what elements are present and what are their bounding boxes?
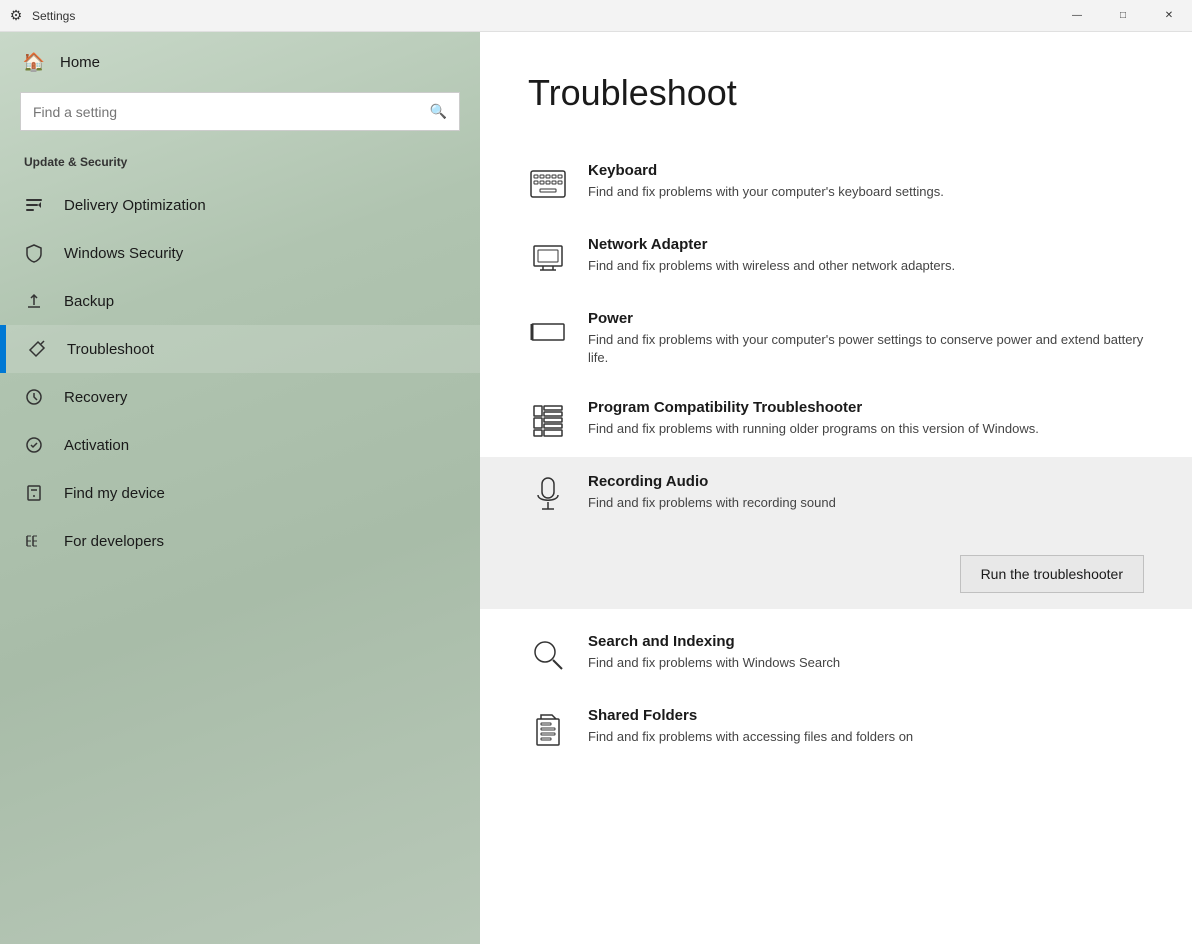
sidebar-item-delivery-optimization[interactable]: Delivery Optimization [0, 181, 480, 229]
sidebar-item-backup[interactable]: Backup [0, 277, 480, 325]
recording-audio-icon [528, 475, 568, 515]
recovery-label: Recovery [64, 389, 127, 406]
search-indexing-text: Search and Indexing Find and fix problem… [588, 633, 1144, 672]
activation-label: Activation [64, 437, 129, 454]
sidebar-item-find-my-device[interactable]: Find my device [0, 469, 480, 517]
search-input[interactable] [21, 94, 418, 130]
shared-folders-icon [528, 709, 568, 749]
keyboard-desc: Find and fix problems with your computer… [588, 183, 1144, 201]
power-text: Power Find and fix problems with your co… [588, 310, 1144, 367]
backup-label: Backup [64, 293, 114, 310]
sidebar-item-home[interactable]: 🏠 Home [0, 32, 480, 92]
shared-folders-text: Shared Folders Find and fix problems wit… [588, 707, 1144, 746]
recording-audio-text: Recording Audio Find and fix problems wi… [588, 473, 1144, 512]
run-troubleshooter-button[interactable]: Run the troubleshooter [960, 555, 1144, 593]
delivery-optimization-icon [24, 195, 44, 215]
troubleshoot-icon [27, 339, 47, 359]
troubleshoot-item-shared-folders[interactable]: Shared Folders Find and fix problems wit… [528, 691, 1144, 765]
troubleshoot-item-network-adapter[interactable]: Network Adapter Find and fix problems wi… [528, 220, 1144, 294]
troubleshoot-item-recording-audio-expanded: Recording Audio Find and fix problems wi… [480, 457, 1192, 609]
shared-folders-desc: Find and fix problems with accessing fil… [588, 728, 1144, 746]
sidebar-item-for-developers[interactable]: For developers [0, 517, 480, 565]
for-developers-icon [24, 531, 44, 551]
windows-security-label: Windows Security [64, 245, 183, 262]
windows-security-icon [24, 243, 44, 263]
content-area: Troubleshoot Keyboard Find and fix probl… [480, 32, 1192, 944]
search-indexing-desc: Find and fix problems with Windows Searc… [588, 654, 1144, 672]
program-compatibility-name: Program Compatibility Troubleshooter [588, 399, 1144, 416]
keyboard-name: Keyboard [588, 162, 1144, 179]
section-title: Update & Security [0, 147, 480, 181]
find-my-device-label: Find my device [64, 485, 165, 502]
backup-icon [24, 291, 44, 311]
app-body: 🏠 Home 🔍 Update & Security Delivery Opti… [0, 32, 1192, 944]
for-developers-label: For developers [64, 533, 164, 550]
run-troubleshooter-row: Run the troubleshooter [528, 531, 1144, 609]
recording-audio-name: Recording Audio [588, 473, 1144, 490]
shared-folders-name: Shared Folders [588, 707, 1144, 724]
window-controls: — □ ✕ [1054, 0, 1192, 32]
search-box: 🔍 [20, 92, 460, 131]
network-adapter-text: Network Adapter Find and fix problems wi… [588, 236, 1144, 275]
troubleshoot-item-search-indexing[interactable]: Search and Indexing Find and fix problem… [528, 617, 1144, 691]
titlebar: ⚙ Settings — □ ✕ [0, 0, 1192, 32]
keyboard-icon [528, 164, 568, 204]
find-my-device-icon [24, 483, 44, 503]
maximize-button[interactable]: □ [1100, 0, 1146, 32]
sidebar: 🏠 Home 🔍 Update & Security Delivery Opti… [0, 32, 480, 944]
network-adapter-name: Network Adapter [588, 236, 1144, 253]
power-desc: Find and fix problems with your computer… [588, 331, 1144, 367]
troubleshoot-item-keyboard[interactable]: Keyboard Find and fix problems with your… [528, 146, 1144, 220]
home-label: Home [60, 54, 100, 71]
network-adapter-desc: Find and fix problems with wireless and … [588, 257, 1144, 275]
sidebar-item-activation[interactable]: Activation [0, 421, 480, 469]
program-compatibility-desc: Find and fix problems with running older… [588, 420, 1144, 438]
sidebar-item-windows-security[interactable]: Windows Security [0, 229, 480, 277]
troubleshoot-item-program-compatibility[interactable]: Program Compatibility Troubleshooter Fin… [528, 383, 1144, 457]
sidebar-item-recovery[interactable]: Recovery [0, 373, 480, 421]
recording-audio-inner: Recording Audio Find and fix problems wi… [528, 473, 1144, 531]
network-adapter-icon [528, 238, 568, 278]
minimize-button[interactable]: — [1054, 0, 1100, 32]
search-indexing-name: Search and Indexing [588, 633, 1144, 650]
power-name: Power [588, 310, 1144, 327]
keyboard-text: Keyboard Find and fix problems with your… [588, 162, 1144, 201]
page-title: Troubleshoot [528, 72, 1144, 114]
activation-icon [24, 435, 44, 455]
home-icon: 🏠 [24, 52, 44, 72]
power-icon [528, 312, 568, 352]
search-indexing-icon [528, 635, 568, 675]
troubleshoot-label: Troubleshoot [67, 341, 154, 358]
search-button[interactable]: 🔍 [418, 93, 459, 130]
delivery-optimization-label: Delivery Optimization [64, 197, 206, 214]
titlebar-title: Settings [32, 9, 1054, 23]
app-icon: ⚙ [0, 0, 32, 32]
troubleshoot-item-power[interactable]: Power Find and fix problems with your co… [528, 294, 1144, 383]
recovery-icon [24, 387, 44, 407]
program-compatibility-text: Program Compatibility Troubleshooter Fin… [588, 399, 1144, 438]
sidebar-item-troubleshoot[interactable]: Troubleshoot [0, 325, 480, 373]
program-compatibility-icon [528, 401, 568, 441]
close-button[interactable]: ✕ [1146, 0, 1192, 32]
recording-audio-desc: Find and fix problems with recording sou… [588, 494, 1144, 512]
